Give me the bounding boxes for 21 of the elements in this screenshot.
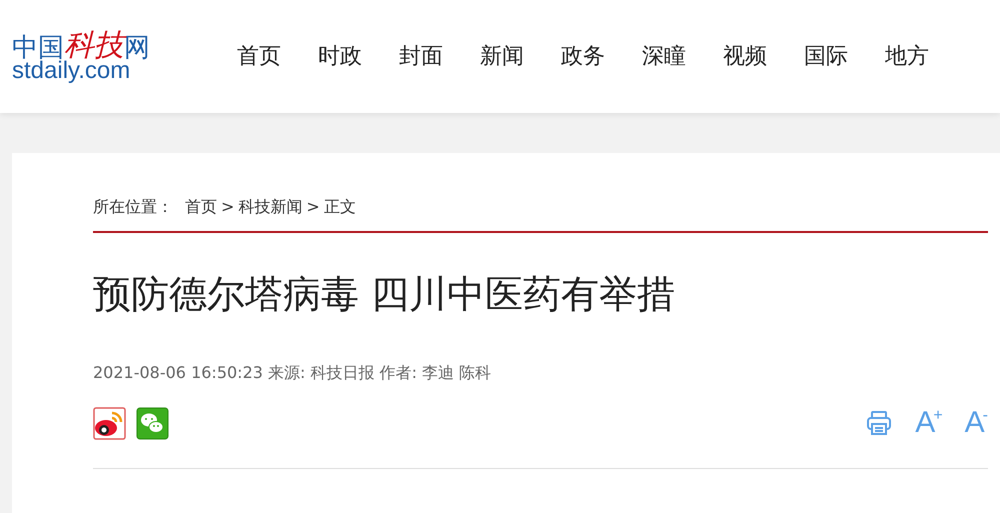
nav-link[interactable]: 时政	[318, 40, 362, 73]
nav-link[interactable]: 新闻	[480, 40, 524, 73]
nav-link[interactable]: 封面	[399, 40, 443, 73]
nav-link[interactable]: 政务	[561, 40, 605, 73]
print-icon[interactable]	[865, 409, 894, 437]
nav-link[interactable]: 深瞳	[642, 40, 686, 73]
nav-link[interactable]: 地方	[885, 40, 929, 73]
article-meta: 2021-08-06 16:50:23 来源: 科技日报 作者: 李迪 陈科	[93, 362, 492, 384]
nav-link[interactable]: 首页	[237, 40, 281, 73]
weibo-share-icon[interactable]	[93, 406, 126, 440]
breadcrumb-separator: >	[221, 196, 234, 218]
nav-link[interactable]: 国际	[804, 40, 848, 73]
site-logo[interactable]: 中国科技网 stdaily.com	[12, 30, 177, 82]
breadcrumb-label: 所在位置：	[93, 196, 173, 218]
breadcrumb-link[interactable]: 正文	[324, 195, 356, 219]
nav-link[interactable]: 视频	[723, 40, 767, 73]
article-title: 预防德尔塔病毒 四川中医药有举措	[93, 271, 676, 318]
breadcrumb-link[interactable]: 首页	[185, 195, 217, 219]
wechat-share-icon[interactable]	[136, 406, 169, 440]
breadcrumb-link[interactable]: 科技新闻	[238, 195, 302, 219]
breadcrumb-separator: >	[306, 196, 320, 218]
